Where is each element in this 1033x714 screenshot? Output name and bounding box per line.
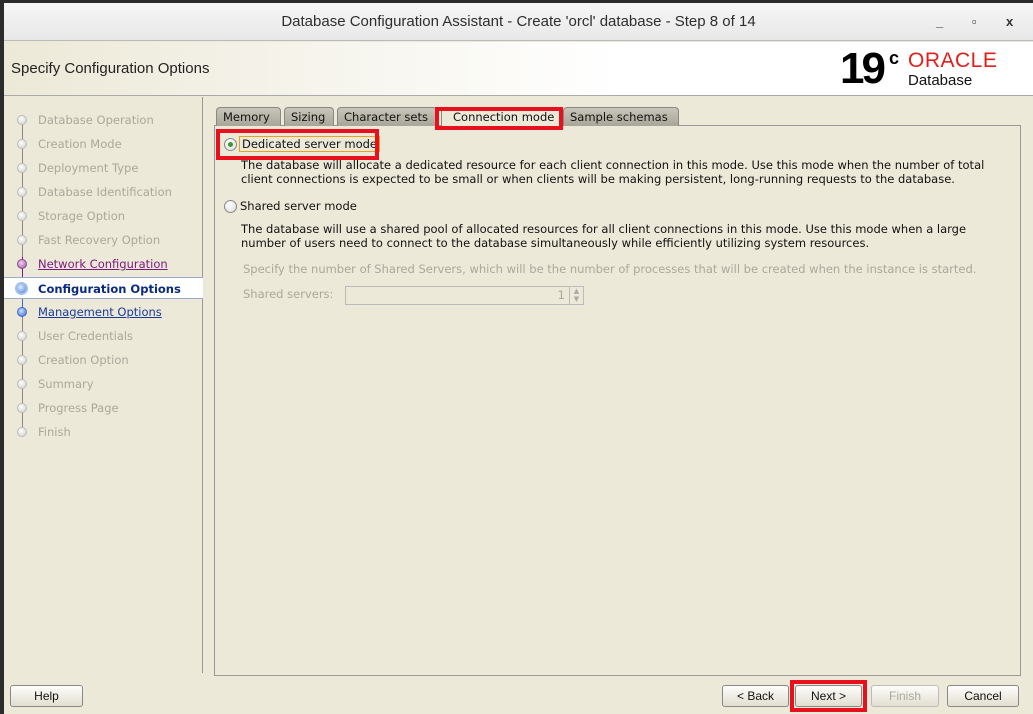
tab-sizing[interactable]: Sizing [284,107,334,126]
window-title: Database Configuration Assistant - Creat… [281,13,756,30]
step-indicator-icon [17,163,27,173]
dedicated-server-radio[interactable] [224,138,237,151]
oracle-logo: ORACLE [908,49,998,72]
tab-sample-schemas[interactable]: Sample schemas [563,107,679,126]
page-title: Specify Configuration Options [11,60,210,77]
sidebar-step-label: Creation Mode [38,137,122,151]
shared-servers-hint: Specify the number of Shared Servers, wh… [243,262,977,276]
step-indicator-icon [17,259,27,269]
next-button[interactable]: Next > [795,685,862,707]
step-indicator-icon [17,355,27,365]
sidebar-step-database-operation: Database Operation [4,109,203,131]
sidebar-step-deployment-type: Deployment Type [4,157,203,179]
shared-servers-spinner[interactable]: 1 ▲ ▼ [345,286,584,305]
step-indicator-icon [17,187,27,197]
close-button[interactable]: x [1006,3,1013,41]
sidebar-step-label: Configuration Options [38,282,181,296]
sidebar-step-label: User Credentials [38,329,134,343]
minimize-button[interactable]: _ [936,3,943,41]
oracle-logo-version: 19 [840,44,886,93]
sidebar-step-configuration-options: Configuration Options [4,277,203,299]
step-indicator-icon [17,139,27,149]
finish-button[interactable]: Finish [871,685,939,707]
sidebar-step-user-credentials: User Credentials [4,325,203,347]
sidebar-step-creation-mode: Creation Mode [4,133,203,155]
sidebar-step-label: Management Options [38,305,162,319]
sidebar-step-finish: Finish [4,421,203,443]
step-indicator-icon [17,235,27,245]
sidebar-step-label: Storage Option [38,209,126,223]
dedicated-server-label[interactable]: Dedicated server mode [239,136,381,152]
sidebar-step-label: Network Configuration [38,257,168,271]
sidebar-step-summary: Summary [4,373,203,395]
shared-server-label[interactable]: Shared server mode [240,199,357,213]
sidebar-step-label: Fast Recovery Option [38,233,161,247]
cancel-button[interactable]: Cancel [947,685,1019,707]
header: Specify Configuration Options 19 c ORACL… [4,42,1033,96]
oracle-logo-product: Database [908,72,973,89]
sidebar-step-label: Database Identification [38,185,172,199]
dedicated-server-description: The database will allocate a dedicated r… [241,158,985,186]
help-button[interactable]: Help [10,685,83,707]
title-bar: Database Configuration Assistant - Creat… [4,3,1033,41]
sidebar-step-label: Database Operation [38,113,154,127]
dbca-window: Database Configuration Assistant - Creat… [4,3,1033,714]
shared-servers-label: Shared servers: [243,287,334,301]
steps-sidebar: Database Operation Creation Mode Deploymen… [4,97,203,673]
step-indicator-icon [17,115,27,125]
shared-server-description: The database will use a shared pool of a… [241,222,967,250]
tab-memory[interactable]: Memory [216,107,281,126]
step-indicator-icon [17,331,27,341]
sidebar-step-label: Deployment Type [38,161,139,175]
sidebar-step-label: Summary [38,377,94,391]
shared-servers-value: 1 [557,288,565,302]
sidebar-step-creation-option: Creation Option [4,349,203,371]
step-indicator-icon [17,307,27,317]
tab-character-sets[interactable]: Character sets [337,107,437,126]
sidebar-step-database-identification: Database Identification [4,181,203,203]
shared-server-radio[interactable] [224,200,237,213]
spinner-arrows-icon[interactable]: ▲ ▼ [569,287,583,304]
sidebar-step-fast-recovery-option: Fast Recovery Option [4,229,203,251]
sidebar-step-management-options[interactable]: Management Options [4,301,203,323]
maximize-button[interactable]: ▫ [972,3,977,41]
sidebar-step-network-configuration[interactable]: Network Configuration [4,253,203,275]
sidebar-step-label: Creation Option [38,353,129,367]
tab-connection-mode[interactable]: Connection mode [441,107,561,127]
tab-panel-connection-mode: Dedicated server mode The database will … [214,125,1021,676]
sidebar-step-progress-page: Progress Page [4,397,203,419]
oracle-logo-superscript: c [889,48,900,68]
step-indicator-icon [17,403,27,413]
sidebar-step-label: Finish [38,425,71,439]
step-indicator-icon [17,211,27,221]
back-button[interactable]: < Back [722,685,789,707]
sidebar-step-storage-option: Storage Option [4,205,203,227]
step-indicator-icon [17,379,27,389]
step-indicator-icon [15,282,28,295]
sidebar-step-label: Progress Page [38,401,119,415]
step-indicator-icon [17,427,27,437]
